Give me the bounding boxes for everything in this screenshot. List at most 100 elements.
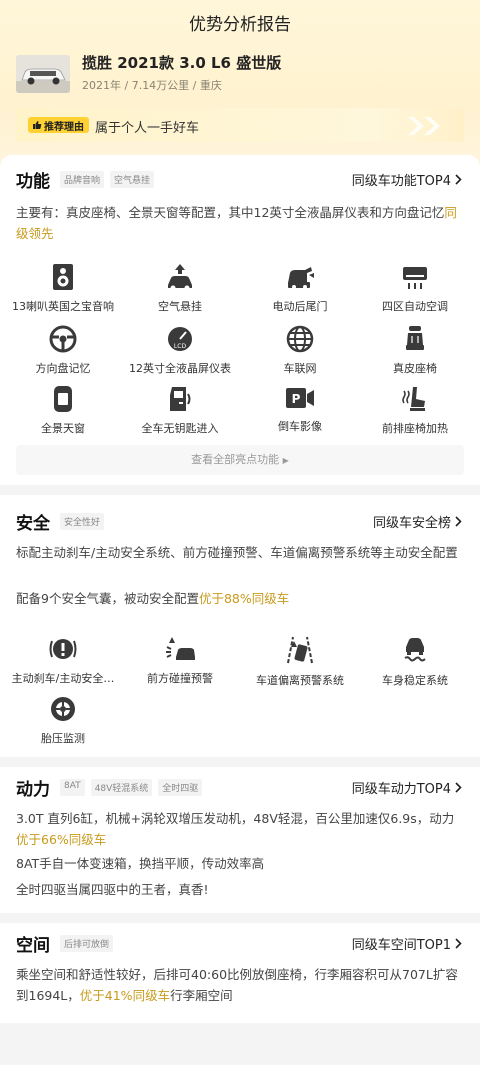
feature-label: 全景天窗	[41, 422, 85, 435]
power-tailgate-icon	[288, 267, 314, 289]
power-title: 动力	[16, 780, 50, 800]
feature-item-sunroof[interactable]: 全景天窗	[3, 385, 123, 436]
power-description-1: 3.0T 直列6缸，机械+涡轮双增压发动机，48V轻混，百公里加速仅6.9s，动…	[16, 808, 466, 850]
recommend-reason-text: 属于个人一手好车	[95, 121, 200, 136]
safety-item-collision-warning[interactable]: 前方碰撞预警	[120, 635, 240, 686]
heated-seat-icon	[402, 387, 425, 411]
space-highlight: 优于41%同级车	[79, 988, 171, 1003]
safety-item-lane-departure[interactable]: 车道偏离预警系统	[240, 635, 360, 688]
power-tag: 全时四驱	[158, 779, 203, 796]
feature-label: 空气悬挂	[158, 300, 202, 313]
safety-title: 安全	[16, 514, 50, 534]
features-description-text: 主要有：真皮座椅、全景天窗等配置，其中12英寸全液晶屏仪表和方向盘记忆	[16, 205, 445, 220]
power-top-link[interactable]: 同级车动力TOP4	[352, 778, 462, 797]
safety-label: 胎压监测	[41, 732, 85, 745]
safety-description-2: 配备9个安全气囊，被动安全配置优于88%同级车	[16, 588, 466, 609]
safety-rank-link[interactable]: 同级车安全榜	[373, 512, 462, 531]
safety-label: 车道偏离预警系统	[256, 674, 344, 687]
svg-text:LCD: LCD	[174, 343, 187, 350]
chevron-right-icon	[455, 516, 462, 527]
thumbs-up-icon	[33, 121, 42, 129]
feature-item-leather-seat[interactable]: 真皮座椅	[355, 325, 475, 376]
air-conditioner-icon	[403, 267, 427, 289]
features-tag: 空气悬挂	[110, 171, 155, 188]
feature-item-steering-memory[interactable]: 方向盘记忆	[3, 325, 123, 376]
feature-item-parking-camera[interactable]: P 倒车影像	[240, 385, 360, 434]
features-top-link-label: 同级车功能TOP4	[351, 174, 451, 189]
car-thumbnail[interactable]	[16, 55, 70, 93]
feature-label: 车联网	[283, 362, 317, 375]
space-section: 空间 后排可放倒 同级车空间TOP1 乘坐空间和舒适性较好，后排可40:60比例…	[0, 923, 480, 1023]
safety-item-tire-pressure[interactable]: 胎压监测	[3, 695, 123, 746]
power-section: 动力 8AT 48V轻混系统 全时四驱 同级车动力TOP4 3.0T 直列6缸，…	[0, 767, 480, 913]
feature-label: 13喇叭英国之宝音响	[12, 300, 114, 313]
power-tag: 8AT	[60, 779, 85, 796]
car-name: 揽胜 2021款 3.0 L6 盛世版	[82, 54, 282, 72]
tire-pressure-icon	[51, 697, 75, 721]
safety-label: 主动刹车/主动安全…	[11, 672, 115, 685]
safety-description-text: 配备9个安全气囊，被动安全配置	[16, 591, 199, 606]
keyless-entry-icon	[170, 387, 191, 411]
safety-header: 安全 安全性好	[16, 509, 105, 534]
page-title: 优势分析报告	[189, 15, 291, 35]
sunroof-icon	[54, 386, 72, 412]
feature-item-air-suspension[interactable]: 空气悬挂	[120, 263, 240, 314]
lcd-gauge-icon: LCD	[168, 327, 192, 351]
safety-description-1: 标配主动刹车/主动安全系统、前方碰撞预警、车道偏离预警系统等主动安全配置	[16, 545, 458, 560]
chevron-right-icon	[455, 174, 462, 185]
power-header: 动力 8AT 48V轻混系统 全时四驱	[16, 775, 203, 800]
feature-item-lcd-gauge[interactable]: LCD 12英寸全液晶屏仪表	[120, 325, 240, 376]
feature-item-keyless-entry[interactable]: 全车无钥匙进入	[120, 385, 240, 436]
space-top-link[interactable]: 同级车空间TOP1	[352, 934, 462, 953]
feature-item-power-tailgate[interactable]: 电动后尾门	[240, 263, 360, 314]
safety-label: 前方碰撞预警	[147, 672, 213, 685]
feature-item-air-conditioner[interactable]: 四区自动空调	[355, 263, 475, 314]
power-highlight: 优于66%同级车	[16, 832, 107, 847]
feature-item-speaker[interactable]: 13喇叭英国之宝音响	[3, 263, 123, 314]
space-description-suffix: 行李厢空间	[170, 988, 233, 1003]
lane-departure-icon	[287, 636, 313, 664]
feature-label: 方向盘记忆	[35, 362, 91, 375]
triangle-right-icon: ▶	[282, 456, 289, 465]
steering-wheel-icon	[49, 325, 77, 353]
features-section: 功能 品牌音响 空气悬挂 同级车功能TOP4 主要有：真皮座椅、全景天窗等配置，…	[0, 155, 480, 485]
svg-text:P: P	[292, 392, 301, 406]
chevron-right-icon	[455, 938, 462, 949]
power-top-link-label: 同级车动力TOP4	[351, 782, 451, 797]
stability-control-icon	[404, 638, 426, 662]
feature-item-connected-car[interactable]: 车联网	[240, 325, 360, 376]
parking-camera-icon: P	[286, 388, 314, 408]
space-tag: 后排可放倒	[60, 935, 114, 952]
recommend-reason-tag-label: 推荐理由	[44, 121, 84, 133]
air-suspension-icon	[168, 264, 192, 291]
speaker-icon	[53, 264, 73, 290]
feature-label: 12英寸全液晶屏仪表	[129, 362, 231, 375]
power-description-text: 3.0T 直列6缸，机械+涡轮双增压发动机，48V轻混，百公里加速仅6.9s，动…	[16, 811, 455, 826]
safety-highlight: 优于88%同级车	[198, 591, 290, 606]
safety-item-active-brake[interactable]: 主动刹车/主动安全…	[3, 635, 123, 686]
space-header: 空间 后排可放倒	[16, 931, 114, 956]
features-tag: 品牌音响	[60, 171, 105, 188]
safety-rank-link-label: 同级车安全榜	[372, 516, 451, 531]
recommend-reason-tag: 推荐理由	[28, 117, 89, 133]
space-top-link-label: 同级车空间TOP1	[351, 938, 451, 953]
chevron-right-icon	[455, 782, 462, 793]
feature-label: 前排座椅加热	[382, 422, 448, 435]
feature-label: 倒车影像	[278, 420, 322, 433]
power-description-2: 8AT手自一体变速箱，换挡平顺，传动效率高	[16, 856, 265, 871]
space-description: 乘坐空间和舒适性较好，后排可40:60比例放倒座椅，行李厢容积可从707L扩容到…	[16, 964, 466, 1006]
feature-label: 电动后尾门	[272, 300, 328, 313]
brake-alert-icon	[49, 639, 77, 659]
safety-item-stability-control[interactable]: 车身稳定系统	[355, 635, 475, 688]
features-title: 功能	[16, 172, 50, 192]
collision-warning-icon	[166, 637, 195, 660]
feature-label: 真皮座椅	[393, 362, 437, 375]
features-top-link[interactable]: 同级车功能TOP4	[352, 170, 462, 189]
safety-tag: 安全性好	[60, 513, 105, 530]
safety-label: 车身稳定系统	[382, 674, 448, 687]
feature-label: 全车无钥匙进入	[141, 422, 219, 435]
feature-item-heated-seat[interactable]: 前排座椅加热	[355, 385, 475, 436]
view-all-features-button[interactable]: 查看全部亮点功能 ▶	[16, 445, 464, 475]
globe-icon	[286, 325, 314, 353]
recommend-reason-bar: 推荐理由 属于个人一手好车	[16, 108, 464, 142]
